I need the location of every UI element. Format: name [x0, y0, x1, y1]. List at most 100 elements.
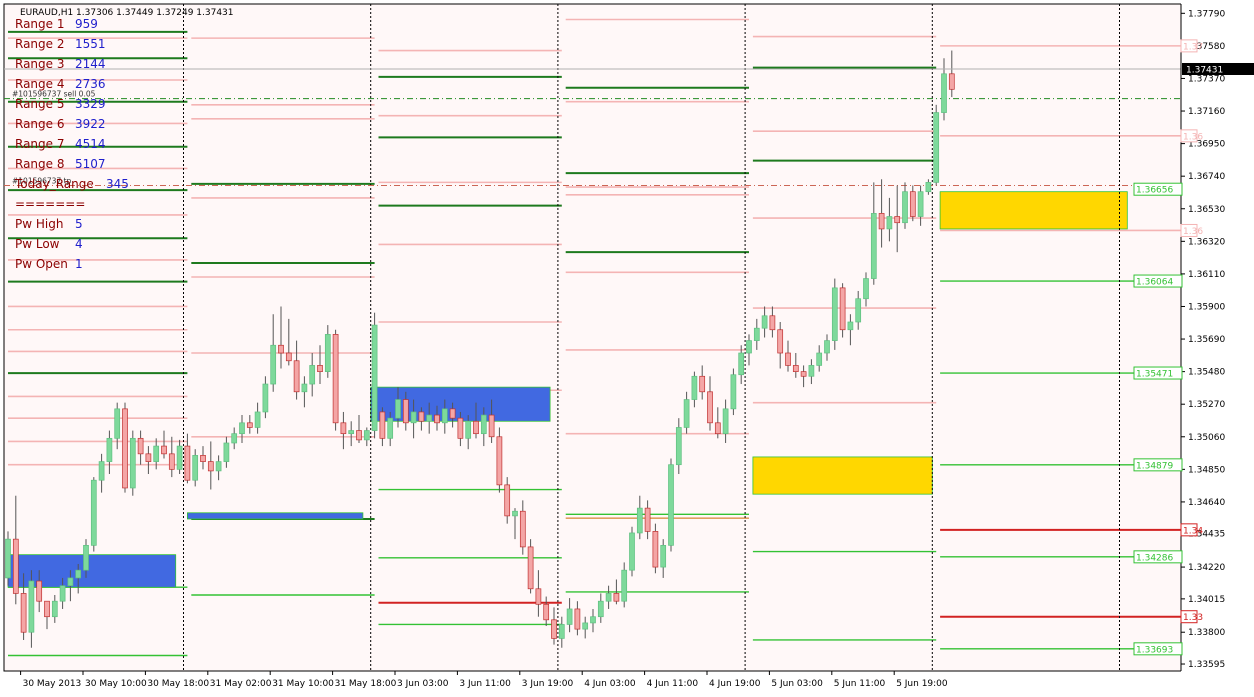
bear-candle [418, 411, 425, 422]
bull-candle [239, 422, 245, 435]
time-tick-label: 5 Jun 03:00 [771, 679, 823, 689]
bear-candle [707, 391, 713, 424]
bear-candle [800, 371, 807, 377]
info-value: 1551 [75, 37, 106, 51]
bull-candle [933, 112, 940, 183]
bull-candle [605, 593, 612, 602]
chart-title: EURAUD,H1 1.37306 1.37449 1.37249 1.3743… [20, 8, 234, 18]
bear-candle [434, 414, 440, 424]
time-tick-label: 4 Jun 19:00 [709, 679, 761, 689]
blue-zone [186, 512, 364, 520]
bear-candle [504, 484, 511, 517]
time-tick-label: 30 May 2013 [23, 679, 82, 689]
bull-candle [730, 374, 737, 410]
bear-candle [168, 453, 175, 470]
bear-candle [402, 399, 409, 424]
time-tick-label: 4 Jun 03:00 [584, 679, 636, 689]
bear-candle [246, 422, 253, 428]
bull-candle [114, 408, 121, 439]
price-tick-label: 1.37160 [1188, 107, 1225, 117]
bear-candle [948, 73, 955, 90]
price-tick-label: 1.33595 [1188, 660, 1225, 670]
bear-candle [543, 603, 550, 621]
level-price-label: 1.36656 [1136, 186, 1173, 196]
time-tick-label: 31 May 02:00 [210, 679, 272, 689]
info-label: Pw Low [15, 237, 60, 251]
bear-candle [519, 510, 526, 548]
info-label: Range 4 [15, 77, 64, 91]
info-label: Range 2 [15, 37, 64, 51]
bear-candle [20, 593, 27, 633]
time-tick-label: 31 May 18:00 [335, 679, 397, 689]
bear-candle [285, 352, 292, 362]
bear-candle [457, 417, 464, 439]
info-value: 345 [106, 177, 129, 191]
bear-candle [699, 375, 706, 393]
bear-candle [44, 600, 50, 618]
bear-candle [379, 411, 386, 439]
info-value: 3329 [75, 97, 106, 111]
level-price-label: 1.37 [1183, 42, 1203, 52]
time-tick-label: 30 May 10:00 [85, 679, 147, 689]
bull-candle [925, 182, 932, 193]
current-price-label: 1.37431 [1186, 65, 1223, 75]
bull-candle [192, 455, 199, 481]
bear-candle [878, 213, 885, 230]
level-price-label: 1.35471 [1136, 370, 1173, 380]
price-axis: 1.377901.375801.373701.371601.369501.367… [1180, 0, 1254, 693]
bull-candle [816, 352, 823, 366]
time-tick-label: 5 Jun 11:00 [834, 679, 886, 689]
bull-candle [917, 191, 924, 217]
bull-candle [566, 608, 573, 625]
price-tick-label: 1.36740 [1188, 172, 1225, 182]
level-price-label: 1.34879 [1136, 461, 1173, 471]
info-label: Pw High [15, 217, 63, 231]
bear-candle [909, 191, 916, 217]
bear-candle [145, 453, 152, 462]
gold-zone [752, 456, 933, 495]
bull-candle [395, 399, 401, 419]
info-value: 2736 [75, 77, 106, 91]
bull-candle [660, 545, 667, 568]
bear-candle [449, 408, 456, 419]
bull-candle [761, 315, 768, 329]
level-price-label: 1.36 [1183, 132, 1203, 142]
bull-candle [83, 545, 89, 571]
bear-candle [769, 315, 776, 331]
level-price-label: 1.33 [1183, 613, 1203, 623]
info-label: Range 5 [15, 97, 64, 111]
time-tick-label: 3 Jun 03:00 [397, 679, 449, 689]
info-value: 4 [75, 237, 83, 251]
bull-candle [301, 383, 308, 393]
bear-candle [137, 437, 144, 455]
info-value: 959 [75, 17, 98, 31]
price-tick-label: 1.34220 [1188, 563, 1225, 573]
time-tick-label: 3 Jun 19:00 [522, 679, 574, 689]
bear-candle [200, 455, 206, 462]
level-price-label: 1.36 [1183, 227, 1203, 237]
bear-candle [496, 436, 503, 486]
bull-candle [153, 445, 160, 462]
price-tick-label: 1.34640 [1188, 498, 1225, 508]
bear-candle [122, 408, 128, 489]
price-tick-label: 1.35060 [1188, 433, 1225, 443]
bear-candle [473, 420, 479, 435]
info-label: Range 3 [15, 57, 64, 71]
price-chart[interactable]: #101596737 sell 0.05#101596737 tp Range … [0, 0, 1254, 693]
bull-candle [324, 334, 331, 372]
info-value: 5 [75, 217, 83, 231]
bull-candle [855, 298, 862, 323]
time-tick-label: 31 May 10:00 [272, 679, 334, 689]
bull-candle [886, 216, 893, 230]
bull-candle [215, 461, 222, 472]
bear-candle [317, 365, 323, 372]
price-tick-label: 1.34850 [1188, 465, 1225, 475]
bear-candle [184, 445, 191, 481]
bull-candle [629, 532, 635, 571]
bull-candle [309, 365, 316, 385]
info-label: Range 7 [15, 137, 64, 151]
bear-candle [714, 422, 721, 435]
chart-window[interactable]: #101596737 sell 0.05 #101596737 tp Range … [0, 0, 1254, 693]
level-price-label: 1.33693 [1136, 645, 1173, 655]
price-tick-label: 1.35480 [1188, 368, 1225, 378]
